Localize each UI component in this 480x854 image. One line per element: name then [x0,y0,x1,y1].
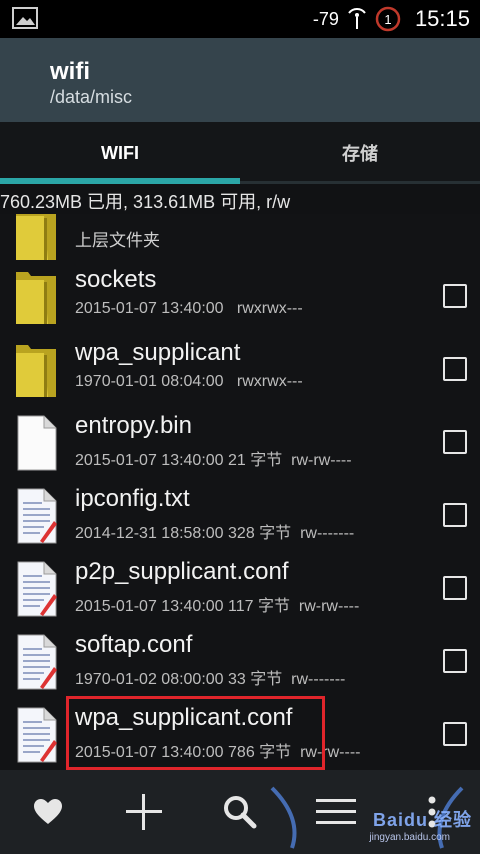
tab-wifi[interactable]: WIFI [0,122,240,184]
file-row-wpa-supplicant-dir[interactable]: wpa_supplicant 1970-01-01 08:04:00 rwxrw… [0,333,480,406]
file-size: 33 字节 [228,671,283,688]
gallery-icon [12,7,38,29]
current-path: /data/misc [50,87,133,107]
folder-icon [16,272,56,324]
select-checkbox[interactable] [443,722,467,746]
file-permissions: rw------- [291,671,346,688]
file-row-sockets[interactable]: sockets 2015-01-07 13:40:00 rwxrwx--- [0,260,480,333]
file-date: 1970-01-01 08:04:00 [75,373,224,390]
tab-storage[interactable]: 存储 [240,122,480,184]
alarm-badge-icon: 1 [375,6,401,32]
watermark-brand: Baidu 经验 [372,810,472,830]
folder-icon [16,345,56,397]
file-date: 1970-01-02 08:00:00 [75,671,224,688]
search-icon [224,796,257,829]
select-checkbox[interactable] [443,357,467,381]
file-row-softap-conf[interactable]: softap.conf 1970-01-02 08:00:00 33 字节 rw… [0,625,480,698]
file-row-wpa-supplicant-conf[interactable]: wpa_supplicant.conf 2015-01-07 13:40:00 … [0,698,480,770]
file-meta: 2015-01-07 13:40:00 rwxrwx--- [75,300,303,318]
text-file-icon [17,634,57,690]
file-permissions: rw-rw---- [300,744,361,761]
file-size: 117 字节 [228,598,290,615]
file-permissions: rwxrwx--- [236,300,303,317]
tab-bar: WIFI 存储 [0,122,480,184]
file-meta: 1970-01-01 08:04:00 rwxrwx--- [75,373,303,391]
file-name: wpa_supplicant [75,339,241,366]
file-date: 2014-12-31 18:58:00 [75,525,224,542]
wifi-signal-icon [348,8,366,29]
favorites-button[interactable] [0,770,96,854]
add-button[interactable] [96,770,192,854]
file-permissions: rw------- [300,525,355,542]
heart-icon [34,799,62,824]
status-bar: -79 1 15:15 [0,0,480,38]
svg-text:1: 1 [384,12,391,27]
tab-track [240,181,480,184]
file-size: 328 字节 [228,525,292,542]
file-permissions: rwxrwx--- [236,373,303,390]
folder-icon [16,214,56,260]
file-meta: 2014-12-31 18:58:00 328 字节 rw------- [75,519,354,543]
file-size: 21 字节 [228,452,283,469]
file-date: 2015-01-07 13:40:00 [75,300,224,317]
storage-info: 760.23MB 已用, 313.61MB 可用, r/w [0,192,291,212]
watermark-site: jingyan.baidu.com [369,832,450,843]
file-name: p2p_supplicant.conf [75,558,289,585]
file-list: 上层文件夹 sockets 2015-01-07 13:40:00 rwxrwx… [0,214,480,770]
file-date: 2015-01-07 13:40:00 [75,744,224,761]
tab-indicator [0,178,240,184]
file-name: softap.conf [75,631,193,658]
plus-icon [126,794,162,830]
text-file-icon [17,707,57,763]
file-size: 786 字节 [228,744,292,761]
file-date: 2015-01-07 13:40:00 [75,598,224,615]
select-checkbox[interactable] [443,576,467,600]
signal-strength: -79 [312,8,339,29]
file-meta: 2015-01-07 13:40:00 21 字节 rw-rw---- [75,446,352,470]
page-title: wifi [50,58,90,85]
file-name: ipconfig.txt [75,485,190,512]
file-icon [17,415,57,471]
select-checkbox[interactable] [443,649,467,673]
parent-folder-label: 上层文件夹 [75,231,160,250]
file-row-p2p-supplicant-conf[interactable]: p2p_supplicant.conf 2015-01-07 13:40:00 … [0,552,480,625]
file-permissions: rw-rw---- [298,598,360,615]
text-file-icon [17,561,57,617]
select-checkbox[interactable] [443,430,467,454]
status-right-group: -79 1 15:15 [313,0,470,38]
file-meta: 2015-01-07 13:40:00 786 字节 rw-rw---- [75,738,360,762]
clock: 15:15 [414,6,470,31]
file-name: wpa_supplicant.conf [75,704,293,731]
file-permissions: rw-rw---- [291,452,352,469]
file-meta: 1970-01-02 08:00:00 33 字节 rw------- [75,665,345,689]
select-checkbox[interactable] [443,284,467,308]
file-name: sockets [75,266,157,293]
select-checkbox[interactable] [443,503,467,527]
file-row-ipconfig-txt[interactable]: ipconfig.txt 2014-12-31 18:58:00 328 字节 … [0,479,480,552]
file-meta: 2015-01-07 13:40:00 117 字节 rw-rw---- [75,592,359,616]
text-file-icon [17,488,57,544]
file-row-entropy-bin[interactable]: entropy.bin 2015-01-07 13:40:00 21 字节 rw… [0,406,480,479]
file-name: entropy.bin [75,412,192,439]
file-date: 2015-01-07 13:40:00 [75,452,224,469]
